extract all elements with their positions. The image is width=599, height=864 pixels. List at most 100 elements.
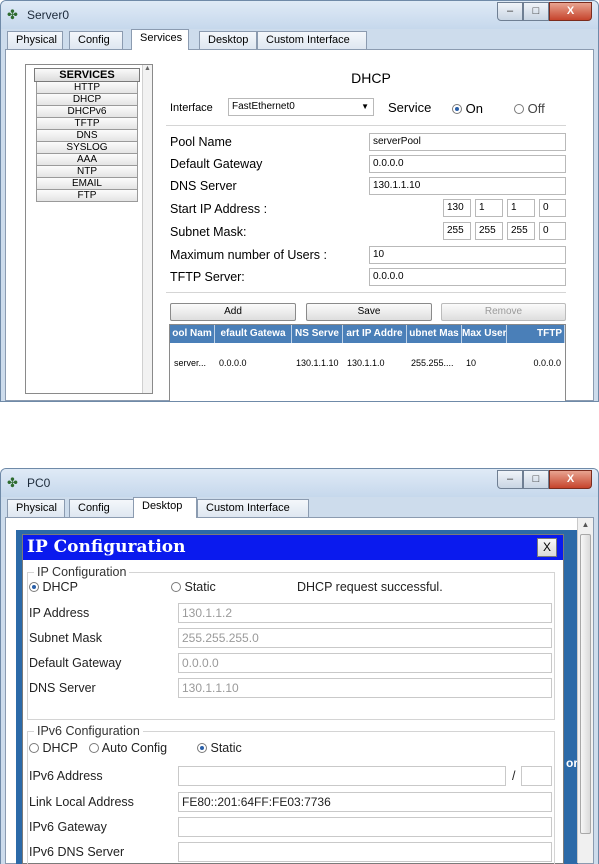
- dns-server-input[interactable]: 130.1.1.10: [369, 177, 566, 195]
- start-ip-octet-4[interactable]: 0: [539, 199, 566, 217]
- column-header[interactable]: ool Nam: [170, 325, 215, 343]
- service-off-radio[interactable]: Off: [514, 101, 545, 116]
- start-ip-octet-1[interactable]: 130: [443, 199, 471, 217]
- default-gateway-input[interactable]: 0.0.0.0: [369, 155, 566, 173]
- tab-custom-interface[interactable]: Custom Interface: [257, 31, 367, 50]
- column-header[interactable]: NS Serve: [292, 325, 343, 343]
- minimize-button[interactable]: –: [497, 2, 523, 21]
- ipv6-auto-config-radio[interactable]: Auto Config: [89, 741, 167, 755]
- table-cell: 130.1.1.10: [296, 358, 339, 368]
- pool-name-input[interactable]: serverPool: [369, 133, 566, 151]
- desktop-scrollbar[interactable]: ▲: [577, 518, 593, 863]
- tab-services[interactable]: Services: [131, 29, 189, 50]
- max-users-input[interactable]: 10: [369, 246, 566, 264]
- service-on-radio[interactable]: On: [452, 101, 483, 116]
- server-window-title: Server0: [27, 8, 70, 22]
- service-item-aaa[interactable]: AAA: [36, 154, 138, 166]
- ip-address-label: IP Address: [29, 606, 90, 620]
- column-header[interactable]: art IP Addre: [343, 325, 407, 343]
- table-cell: 10: [466, 358, 477, 368]
- service-item-tftp[interactable]: TFTP: [36, 118, 138, 130]
- pc-app-icon: ✤: [7, 475, 18, 490]
- tab-config[interactable]: Config: [69, 499, 135, 518]
- subnet-mask-octet-2[interactable]: 255: [475, 222, 503, 240]
- interface-select[interactable]: FastEthernet0 ▼: [228, 98, 374, 116]
- start-ip-octet-3[interactable]: 1: [507, 199, 535, 217]
- radio-off-icon: [29, 743, 39, 753]
- tab-physical[interactable]: Physical: [7, 31, 63, 50]
- pc-window-controls: – □ X: [497, 470, 592, 490]
- link-local-label: Link Local Address: [29, 795, 134, 809]
- pc-tabs: Physical Config Desktop Custom Interface: [5, 497, 594, 518]
- service-item-dns[interactable]: DNS: [36, 130, 138, 142]
- service-item-dhcpv6[interactable]: DHCPv6: [36, 106, 138, 118]
- ipv6-prefix-input[interactable]: [521, 766, 552, 786]
- dhcp-title: DHCP: [351, 70, 391, 86]
- server-titlebar[interactable]: ✤ Server0 – □ X: [1, 1, 598, 29]
- tab-custom-interface[interactable]: Custom Interface: [197, 499, 309, 518]
- ipv6-dns-input[interactable]: [178, 842, 552, 862]
- close-button[interactable]: X: [549, 2, 592, 21]
- tab-physical[interactable]: Physical: [7, 499, 65, 518]
- service-item-ntp[interactable]: NTP: [36, 166, 138, 178]
- default-gateway-label: Default Gateway: [29, 656, 122, 670]
- tab-config[interactable]: Config: [69, 31, 123, 50]
- services-header: SERVICES: [34, 68, 140, 82]
- maximize-button[interactable]: □: [523, 470, 549, 489]
- server-tabs: Physical Config Services Desktop Custom …: [5, 29, 594, 50]
- max-users-label: Maximum number of Users :: [170, 248, 327, 262]
- pool-table: ool Nam efault Gatewa NS Serve art IP Ad…: [169, 324, 566, 401]
- tab-desktop[interactable]: Desktop: [199, 31, 257, 50]
- remove-button[interactable]: Remove: [441, 303, 566, 321]
- table-row[interactable]: server... 0.0.0.0 130.1.1.10 130.1.1.0 2…: [170, 358, 565, 368]
- services-scrollbar[interactable]: ▲: [142, 65, 152, 393]
- radio-on-icon: [197, 743, 207, 753]
- ip-configuration-dialog: IP Configuration X IP Configuration DHCP…: [22, 534, 564, 864]
- subnet-mask-octet-4[interactable]: 0: [539, 222, 566, 240]
- subnet-mask-input[interactable]: 255.255.255.0: [178, 628, 552, 648]
- scroll-thumb[interactable]: [580, 534, 591, 834]
- ipv6-gateway-input[interactable]: [178, 817, 552, 837]
- subnet-mask-label: Subnet Mask:: [170, 225, 247, 239]
- start-ip-octet-2[interactable]: 1: [475, 199, 503, 217]
- ipv6-gateway-label: IPv6 Gateway: [29, 820, 107, 834]
- service-item-http[interactable]: HTTP: [36, 82, 138, 94]
- ipv6-address-input[interactable]: [178, 766, 506, 786]
- column-header[interactable]: Max User: [462, 325, 507, 343]
- scroll-up-icon[interactable]: ▲: [578, 518, 593, 532]
- pool-name-label: Pool Name: [170, 135, 232, 149]
- subnet-mask-octet-1[interactable]: 255: [443, 222, 471, 240]
- radio-on-icon: [29, 582, 39, 592]
- dns-server-label: DNS Server: [170, 179, 237, 193]
- link-local-input[interactable]: FE80::201:64FF:FE03:7736: [178, 792, 552, 812]
- pc-titlebar[interactable]: ✤ PC0 – □ X: [1, 469, 598, 497]
- service-item-syslog[interactable]: SYSLOG: [36, 142, 138, 154]
- table-cell: server...: [174, 358, 207, 368]
- dhcp-radio[interactable]: DHCP: [29, 580, 78, 594]
- ipv6-address-label: IPv6 Address: [29, 769, 103, 783]
- default-gateway-input[interactable]: 0.0.0.0: [178, 653, 552, 673]
- static-radio[interactable]: Static: [171, 580, 216, 594]
- add-button[interactable]: Add: [170, 303, 296, 321]
- column-header[interactable]: ubnet Mas: [407, 325, 462, 343]
- close-button[interactable]: X: [549, 470, 592, 489]
- column-header[interactable]: TFTP: [507, 325, 565, 343]
- ipv6-static-radio[interactable]: Static: [197, 741, 242, 755]
- service-item-dhcp[interactable]: DHCP: [36, 94, 138, 106]
- save-button[interactable]: Save: [306, 303, 432, 321]
- minimize-button[interactable]: –: [497, 470, 523, 489]
- close-dialog-button[interactable]: X: [537, 538, 557, 557]
- ip-address-input[interactable]: 130.1.1.2: [178, 603, 552, 623]
- subnet-mask-octet-3[interactable]: 255: [507, 222, 535, 240]
- divider: [166, 125, 566, 126]
- service-item-email[interactable]: EMAIL: [36, 178, 138, 190]
- server-window: ✤ Server0 – □ X Physical Config Services…: [0, 0, 599, 402]
- ipv6-auto-config-label: Auto Config: [101, 741, 168, 755]
- column-header[interactable]: efault Gatewa: [215, 325, 292, 343]
- maximize-button[interactable]: □: [523, 2, 549, 21]
- dns-server-input[interactable]: 130.1.1.10: [178, 678, 552, 698]
- service-item-ftp[interactable]: FTP: [36, 190, 138, 202]
- tftp-server-input[interactable]: 0.0.0.0: [369, 268, 566, 286]
- tab-desktop[interactable]: Desktop: [133, 497, 197, 518]
- ipv6-dhcp-radio[interactable]: DHCP: [29, 741, 78, 755]
